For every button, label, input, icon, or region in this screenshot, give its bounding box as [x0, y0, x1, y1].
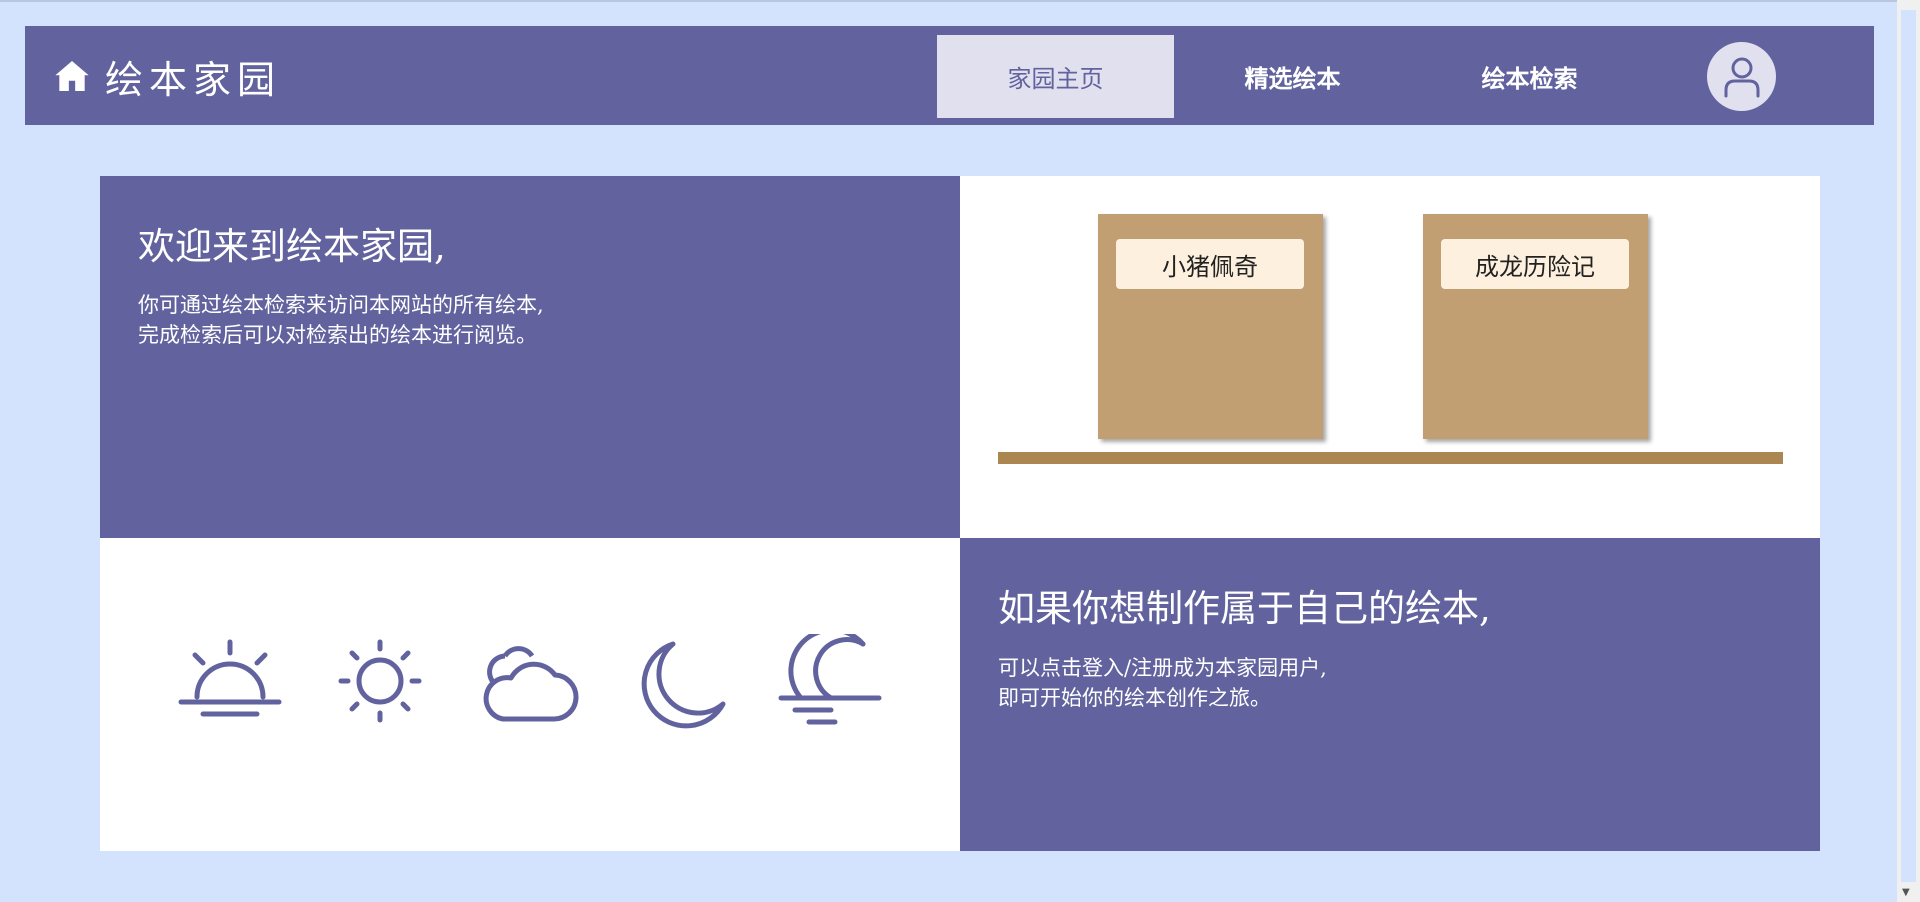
create-panel: 如果你想制作属于自己的绘本, 可以点击登入/注册成为本家园用户, 即可开始你的绘…	[960, 538, 1820, 851]
shelf-board	[998, 452, 1783, 464]
create-line-1: 可以点击登入/注册成为本家园用户,	[998, 656, 1327, 680]
tab-featured-books[interactable]: 精选绘本	[1174, 35, 1411, 118]
scroll-down-icon[interactable]: ▼	[1902, 887, 1910, 898]
sun-icon	[338, 639, 422, 723]
user-icon	[1724, 57, 1759, 97]
welcome-panel: 欢迎来到绘本家园, 你可通过绘本检索来访问本网站的所有绘本, 完成检索后可以对检…	[100, 176, 960, 538]
sunrise-icon	[178, 639, 282, 717]
tab-book-search[interactable]: 绘本检索	[1411, 35, 1648, 118]
bookshelf-panel: 小猪佩奇 成龙历险记	[960, 176, 1820, 538]
welcome-heading: 欢迎来到绘本家园,	[138, 225, 446, 268]
site-logo[interactable]: 绘本家园	[53, 54, 281, 102]
create-heading: 如果你想制作属于自己的绘本,	[998, 587, 1491, 630]
create-text: 可以点击登入/注册成为本家园用户, 即可开始你的绘本创作之旅。	[998, 653, 1327, 713]
welcome-line-2: 完成检索后可以对检索出的绘本进行阅览。	[138, 323, 537, 347]
scroll-thumb[interactable]	[1901, 10, 1916, 882]
create-line-2: 即可开始你的绘本创作之旅。	[998, 686, 1271, 710]
moonset-icon	[778, 634, 882, 725]
book-title: 成龙历险记	[1441, 239, 1629, 289]
navbar: 绘本家园 家园主页 精选绘本 绘本检索	[25, 26, 1874, 125]
vertical-scrollbar[interactable]: ▼	[1897, 0, 1920, 902]
moon-icon	[641, 641, 726, 729]
book-title: 小猪佩奇	[1116, 239, 1304, 289]
cloud-icon	[483, 646, 579, 722]
welcome-line-1: 你可通过绘本检索来访问本网站的所有绘本,	[138, 293, 544, 317]
user-avatar-button[interactable]	[1707, 42, 1776, 111]
weather-icons-panel	[100, 538, 960, 851]
book-card[interactable]: 小猪佩奇	[1098, 214, 1323, 439]
book-card[interactable]: 成龙历险记	[1423, 214, 1648, 439]
tab-home[interactable]: 家园主页	[937, 35, 1174, 118]
home-icon	[55, 60, 89, 92]
site-title: 绘本家园	[105, 57, 282, 102]
window-top-border	[0, 0, 1920, 2]
welcome-text: 你可通过绘本检索来访问本网站的所有绘本, 完成检索后可以对检索出的绘本进行阅览。	[138, 290, 544, 350]
